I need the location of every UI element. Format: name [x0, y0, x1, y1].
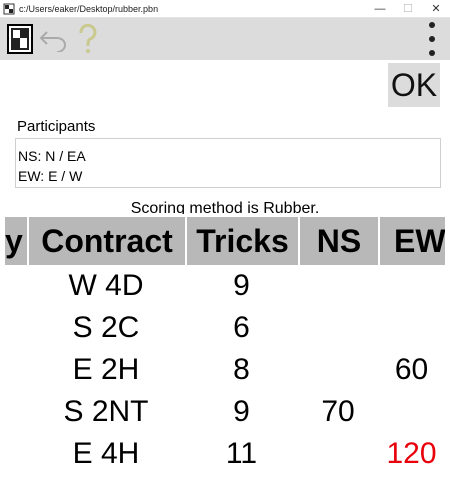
cell-tricks: 8	[233, 353, 250, 386]
minimize-button[interactable]: —	[366, 0, 394, 18]
cell-tricks: 11	[225, 437, 258, 470]
cell-ew: 60	[394, 353, 429, 386]
header-tricks: Tricks	[185, 217, 298, 265]
participants-label: Participants	[17, 118, 96, 135]
header-partial: y	[5, 217, 27, 265]
participants-box: NS: N / EA EW: E / W	[15, 138, 441, 188]
header-ns: NS	[298, 217, 378, 265]
more-vert-icon[interactable]	[428, 22, 436, 56]
table-header: y Contract Tricks NS EW	[5, 217, 445, 265]
header-contract: Contract	[27, 217, 185, 265]
ok-button[interactable]: OK	[388, 63, 440, 107]
table-row[interactable]: E 4H 11 120	[5, 433, 445, 475]
cell-contract: S 2C	[72, 311, 140, 344]
cell-ew	[378, 307, 445, 349]
cell-contract: W 4D	[68, 269, 144, 302]
cell-tricks: 9	[233, 395, 250, 428]
table-row[interactable]: E 2H 8 60	[5, 349, 445, 391]
table-row[interactable]: S 2NT 9 70	[5, 391, 445, 433]
cell-contract: S 2NT	[63, 395, 149, 428]
cell-tricks: 9	[233, 269, 250, 302]
cell-contract: E 4H	[72, 437, 140, 470]
cell-ew	[378, 265, 445, 307]
maximize-button[interactable]: ☐	[394, 0, 422, 18]
help-icon	[79, 23, 97, 53]
participants-ns: NS: N / EA	[18, 148, 86, 164]
scoring-method-text: Scoring method is Rubber.	[130, 200, 320, 214]
toolbar	[0, 18, 450, 60]
cell-ns	[298, 265, 378, 307]
header-ew: EW	[378, 217, 445, 265]
cell-ns: 70	[321, 395, 355, 428]
score-panel: OK Participants NS: N / EA EW: E / W Sco…	[5, 60, 445, 482]
scorecard-icon	[7, 24, 33, 54]
undo-icon	[39, 31, 66, 52]
cell-tricks: 6	[233, 311, 250, 344]
cell-ns	[298, 433, 378, 475]
cell-ns	[298, 349, 378, 391]
undo-button[interactable]	[39, 22, 69, 56]
cell-contract: E 2H	[72, 353, 140, 386]
cell-ew: 120	[386, 437, 437, 470]
score-table: y Contract Tricks NS EW W 4D 9 S 2C 6 E …	[5, 217, 445, 475]
cell-ew	[378, 391, 445, 433]
table-row[interactable]: W 4D 9	[5, 265, 445, 307]
cell-ns	[298, 307, 378, 349]
participants-ew: EW: E / W	[18, 168, 83, 184]
table-row[interactable]: S 2C 6	[5, 307, 445, 349]
window-title: c:/Users/eaker/Desktop/rubber.pbn	[19, 3, 159, 14]
scorecard-button[interactable]	[5, 22, 35, 56]
help-button[interactable]	[73, 22, 103, 56]
title-bar: c:/Users/eaker/Desktop/rubber.pbn — ☐ ✕	[0, 0, 450, 18]
close-button[interactable]: ✕	[422, 0, 450, 18]
app-icon	[3, 3, 15, 14]
